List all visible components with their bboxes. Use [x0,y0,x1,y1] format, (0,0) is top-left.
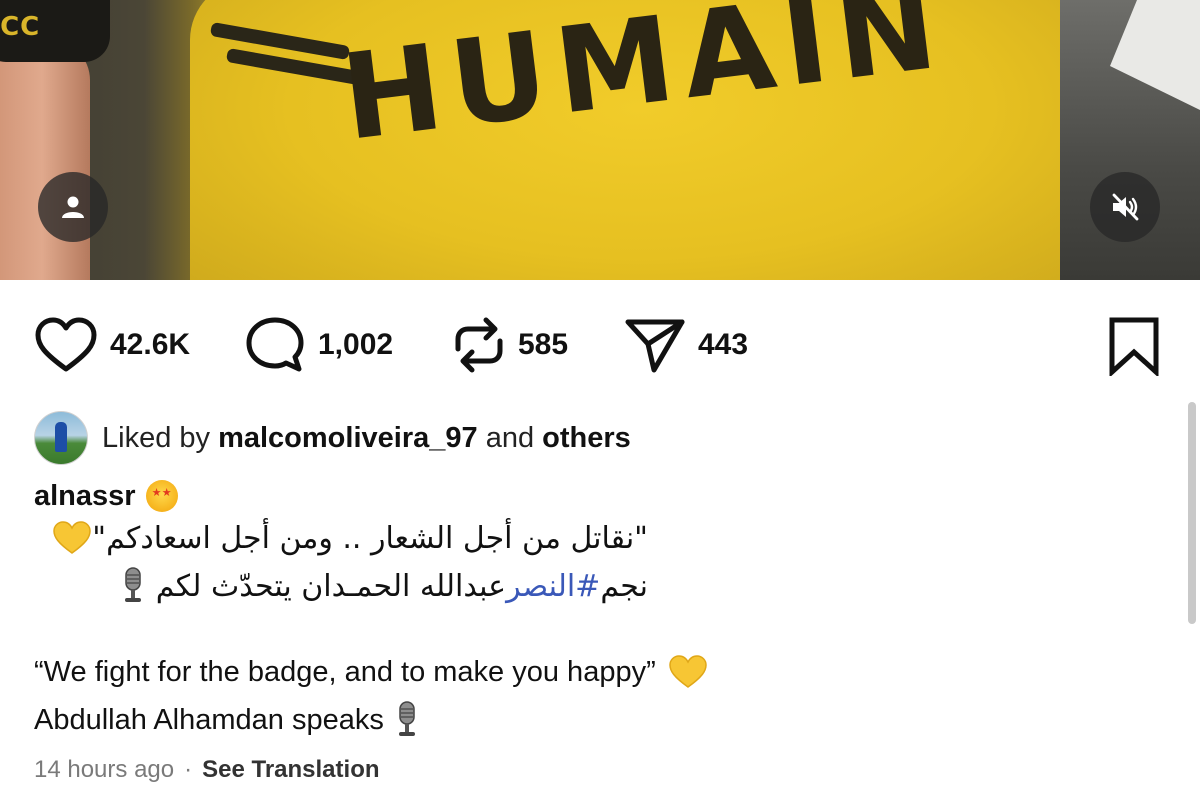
yellow-heart-emoji-icon [53,521,92,554]
save-button[interactable] [1106,316,1162,381]
english-speaker-text: Abdullah Alhamdan speaks [34,703,384,736]
english-quote-text: “We fight for the badge, and to make you… [34,655,656,688]
paper-plane-icon [625,319,685,373]
bookmark-outline-icon [1109,317,1159,378]
see-translation-link[interactable]: See Translation [202,756,379,784]
microphone-emoji-icon [124,567,141,602]
mute-toggle-button[interactable] [1090,172,1160,242]
like-button[interactable]: 42.6K [34,316,190,374]
meta-separator: · [184,756,193,783]
microphone-emoji-icon [398,701,415,736]
username-link[interactable]: alnassr [34,480,136,513]
comment-count: 1,002 [318,328,394,361]
caption-username-row: alnassr [34,474,178,518]
post-video[interactable]: CCC HUMAIN [0,0,1200,280]
post-action-bar: 42.6K 1,002 585 443 [0,300,1200,390]
arabic-suffix-text: عبدالله الحمـدان يتحدّث لكم [155,568,507,604]
tagged-people-button[interactable] [38,172,108,242]
caption-arabic-line-1: "نقاتل من أجل الشعار .. ومن أجل اسعادكم" [50,520,648,556]
caption-english-line-2: Abdullah Alhamdan speaks [34,700,422,740]
liked-by-others-link[interactable]: others [542,422,631,454]
post-meta-row: 14 hours ago · See Translation [34,756,380,784]
repost-button[interactable]: 585 [452,316,568,374]
liked-by-user-link[interactable]: malcomoliveira_97 [218,422,478,454]
captain-armband: CCC [0,0,110,62]
repost-count: 585 [518,328,569,361]
hashtag-link[interactable]: #النصر [506,569,600,604]
caption-english-line-1: “We fight for the badge, and to make you… [34,654,708,690]
star-struck-emoji-icon [145,480,178,512]
comment-button[interactable]: 1,002 [244,316,393,374]
heart-outline-icon [35,317,97,372]
liked-by-text: Liked by malcomoliveira_97 and others [102,422,631,455]
share-button[interactable]: 443 [624,316,748,374]
muted-speaker-icon [1112,193,1139,221]
scrollbar[interactable] [1188,402,1196,624]
caption-arabic-line-2: نجم #النصر عبدالله الحمـدان يتحدّث لكم [118,566,648,606]
armband-text: CCC [0,12,41,42]
yellow-heart-emoji-icon [668,655,707,688]
arabic-prefix-text: نجم [600,568,648,604]
player-arm [0,40,90,280]
liked-by-row[interactable]: Liked by malcomoliveira_97 and others [34,410,631,466]
comment-bubble-icon [246,317,304,372]
repost-arrows-icon [455,317,503,373]
like-count: 42.6K [110,328,191,361]
person-icon [62,196,84,218]
avatar-player [55,422,67,452]
share-count: 443 [698,328,749,361]
liked-by-prefix: Liked by [102,421,211,454]
post-timestamp: 14 hours ago [34,756,175,783]
liked-by-and: and [485,421,535,454]
avatar[interactable] [34,411,88,465]
arabic-quote-text: "نقاتل من أجل الشعار .. ومن أجل اسعادكم" [92,520,648,556]
